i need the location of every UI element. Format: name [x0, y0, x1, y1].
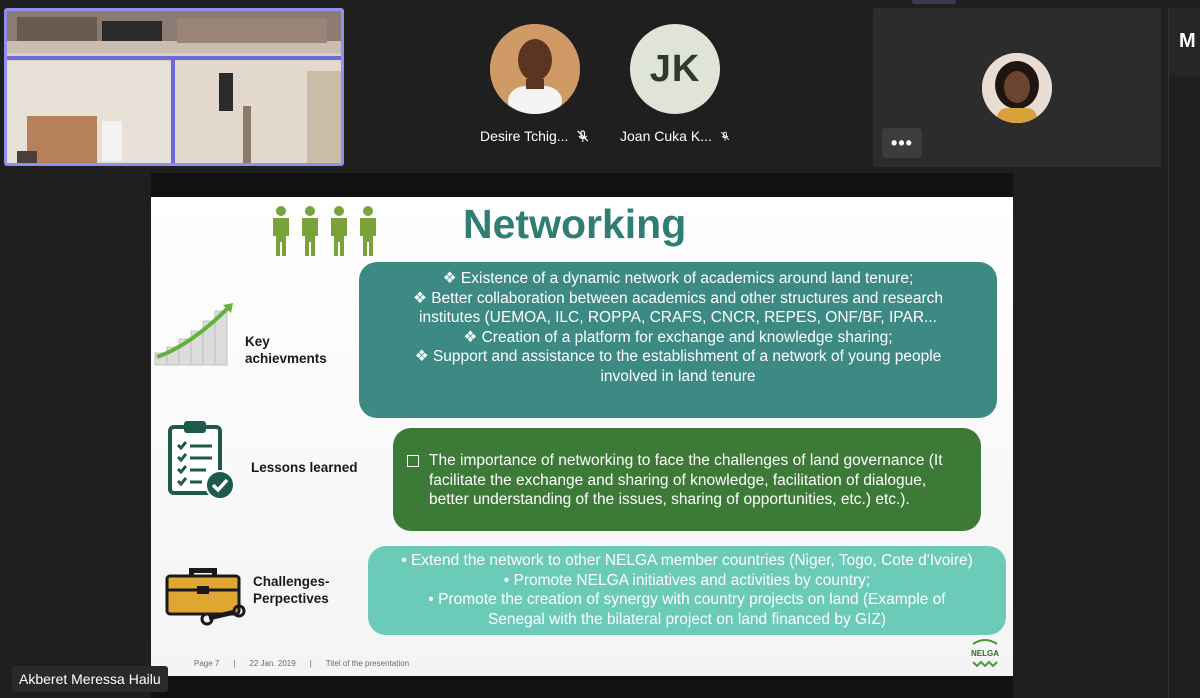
achievement-item: ❖ Better collaboration between academics…: [413, 289, 943, 307]
participant-name: Desire Tchig...: [480, 128, 569, 144]
participant-joan[interactable]: JK Joan Cuka K...: [620, 24, 730, 144]
mic-muted-icon: [720, 131, 730, 141]
meeting-stage: Desire Tchig... JK Joan Cuka K... ••• M …: [0, 0, 1200, 698]
toolbox-icon: [165, 568, 246, 626]
challenge-item: • Extend the network to other NELGA memb…: [401, 552, 973, 569]
lessons-box: The importance of networking to face the…: [393, 428, 981, 531]
shared-slide: Networking Key achievments ❖ Existence o…: [151, 173, 1013, 698]
slide-title: Networking: [463, 201, 687, 247]
participant-avatar-initials: JK: [630, 24, 720, 114]
square-bullet-icon: [407, 455, 419, 467]
active-speaker-name: Akberet Meressa Hailu: [12, 666, 168, 692]
nelga-logo-icon: NELGA: [971, 639, 999, 668]
more-options-button[interactable]: •••: [882, 128, 922, 158]
footer-separator: |: [233, 659, 236, 668]
key-achievements-label: Key achievments: [245, 334, 327, 366]
participant-desire[interactable]: Desire Tchig...: [480, 24, 590, 144]
achievement-item: ❖ Creation of a platform for exchange an…: [463, 328, 893, 346]
slide-content: Networking Key achievments ❖ Existence o…: [151, 197, 1013, 676]
lesson-text: The importance of networking to face the…: [429, 452, 943, 509]
participant-video-tile[interactable]: [4, 8, 344, 166]
achievement-item: ❖ Existence of a dynamic network of acad…: [442, 270, 914, 287]
footer-separator: |: [309, 659, 312, 668]
room-video-image: [7, 11, 341, 163]
challenges-box: • Extend the network to other NELGA memb…: [368, 546, 1006, 635]
self-avatar-photo: [982, 53, 1052, 123]
slide-footer: Page 7 | 22 Jan. 2019 | Titel of the pre…: [194, 659, 409, 668]
achievement-item: institutes (UEMOA, ILC, ROPPA, CRAFS, CN…: [419, 309, 937, 327]
checklist-clipboard-icon: [168, 421, 235, 500]
achievement-item: ❖ Support and assistance to the establis…: [414, 348, 942, 366]
side-panel-edge[interactable]: M: [1168, 8, 1200, 76]
challenge-item: Senegal with the bilateral project on la…: [487, 610, 887, 628]
growth-stairs-icon: [154, 303, 233, 366]
lessons-learned-label: Lessons learned: [251, 460, 358, 475]
challenge-item: • Promote the creation of synergy with c…: [428, 591, 946, 608]
challenge-item: • Promote NELGA initiatives and activiti…: [503, 571, 871, 589]
challenges-label: Challenges- Perpectives: [253, 574, 330, 606]
achievement-item: involved in land tenure: [600, 367, 756, 385]
svg-text:NELGA: NELGA: [971, 649, 999, 658]
achievements-box: ❖ Existence of a dynamic network of acad…: [359, 262, 997, 418]
participant-name: Joan Cuka K...: [620, 128, 712, 144]
panel-divider: [1168, 76, 1169, 698]
self-view-tile[interactable]: •••: [873, 8, 1161, 167]
mic-muted-icon: [577, 130, 589, 142]
people-group-icon: [273, 206, 376, 256]
participant-avatar-photo: [490, 24, 580, 114]
footer-page: Page 7: [194, 659, 220, 668]
topbar-handle[interactable]: [912, 0, 956, 4]
footer-title: Titel of the presentation: [325, 659, 410, 668]
footer-date: 22 Jan. 2019: [249, 659, 296, 668]
